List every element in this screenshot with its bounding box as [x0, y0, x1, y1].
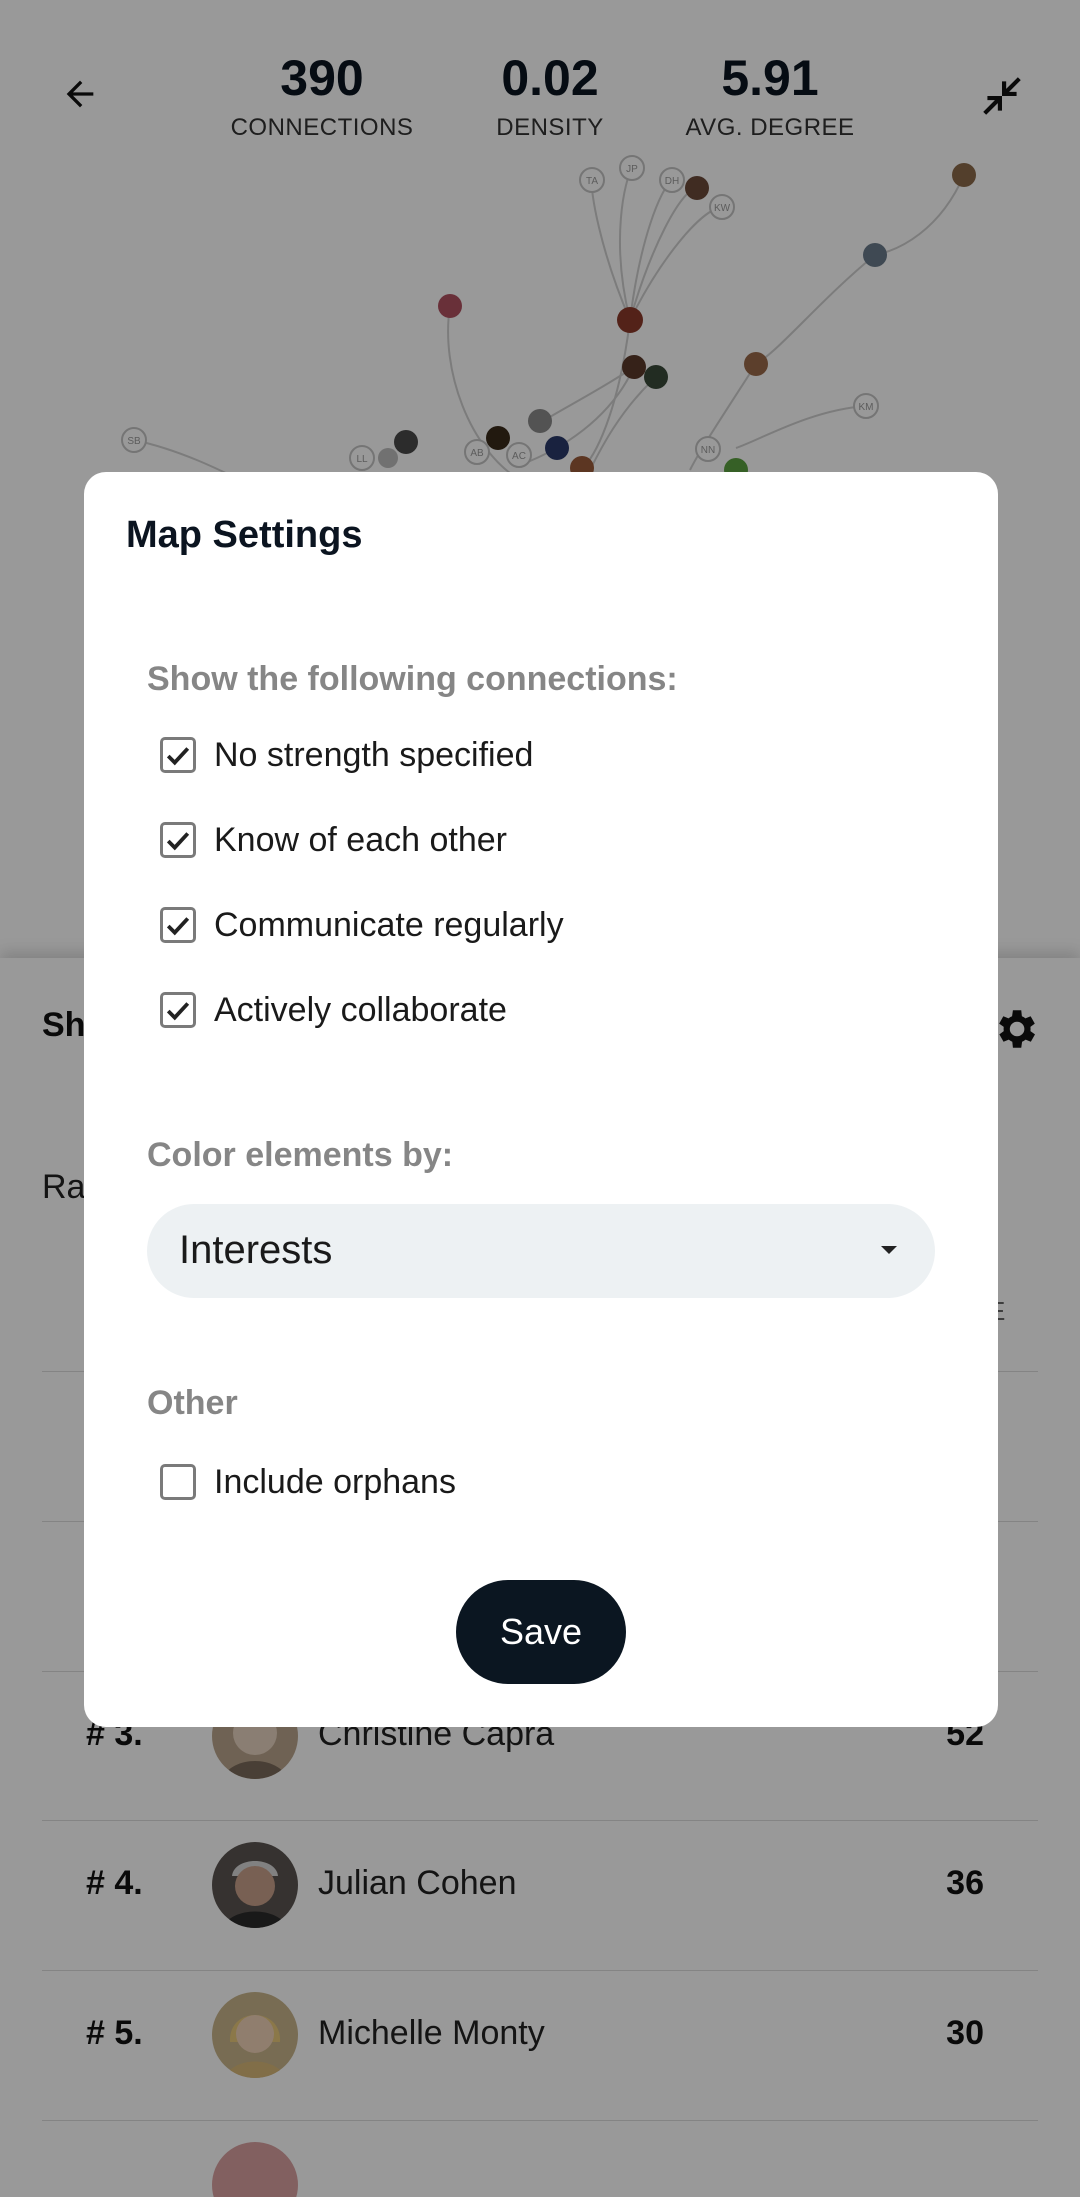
checkbox-label: Know of each other: [214, 820, 507, 859]
checkmark-icon: [166, 832, 190, 851]
save-button[interactable]: Save: [456, 1580, 626, 1684]
checkbox[interactable]: [160, 907, 196, 943]
color-by-value: Interests: [179, 1228, 333, 1272]
checkbox[interactable]: [160, 1464, 196, 1500]
color-heading: Color elements by:: [147, 1136, 454, 1174]
checkbox-label: Actively collaborate: [214, 990, 507, 1029]
checkbox-actively-collaborate[interactable]: Actively collaborate: [160, 985, 507, 1035]
checkmark-icon: [166, 917, 190, 936]
checkbox-label: Include orphans: [214, 1462, 456, 1501]
color-by-select[interactable]: Interests: [147, 1204, 935, 1298]
other-heading: Other: [147, 1384, 238, 1422]
checkbox-know-of-each-other[interactable]: Know of each other: [160, 815, 507, 865]
dialog-title: Map Settings: [126, 514, 363, 556]
checkbox[interactable]: [160, 822, 196, 858]
checkmark-icon: [166, 747, 190, 766]
map-settings-dialog: Map Settings Show the following connecti…: [84, 472, 998, 1727]
checkbox[interactable]: [160, 737, 196, 773]
checkmark-icon: [166, 1002, 190, 1021]
checkbox-label: Communicate regularly: [214, 905, 564, 944]
caret-down-icon: [881, 1246, 897, 1254]
checkbox[interactable]: [160, 992, 196, 1028]
checkbox-no-strength[interactable]: No strength specified: [160, 730, 533, 780]
checkbox-communicate-regularly[interactable]: Communicate regularly: [160, 900, 564, 950]
connections-heading: Show the following connections:: [147, 660, 678, 698]
checkbox-label: No strength specified: [214, 735, 534, 774]
checkbox-include-orphans[interactable]: Include orphans: [160, 1457, 456, 1507]
